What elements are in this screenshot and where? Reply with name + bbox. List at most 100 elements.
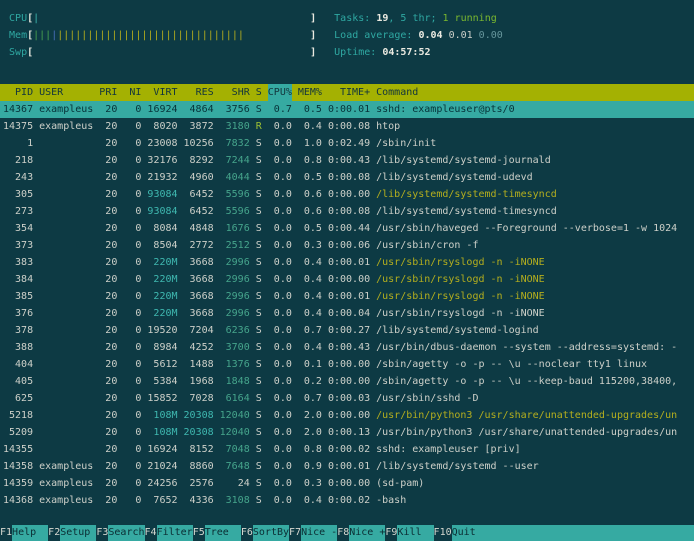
column-header-pri[interactable]: PRI	[99, 84, 117, 101]
cell-res: 6452	[184, 203, 214, 220]
cell-res: 1488	[184, 356, 214, 373]
cell-mem: 0.9	[298, 458, 322, 475]
fn-label-f7[interactable]: Nice -	[301, 525, 337, 541]
cell-res: 20308	[184, 407, 214, 424]
process-row[interactable]: 14368 exampleus 20 0 7652 4336 3108 S 0.…	[0, 492, 694, 509]
column-header-pid[interactable]: PID	[3, 84, 33, 101]
fn-key-f9[interactable]: F9	[385, 525, 397, 541]
column-header-command[interactable]: Command	[376, 84, 694, 101]
process-row[interactable]: 14375 exampleus 20 0 8020 3872 3180 R 0.…	[0, 118, 694, 135]
cell-time: 0:00.08	[328, 118, 370, 135]
cell-virt: 220M	[147, 288, 177, 305]
fn-key-f6[interactable]: F6	[241, 525, 253, 541]
cell-pid: 243	[3, 169, 33, 186]
fn-key-f1[interactable]: F1	[0, 525, 12, 541]
cell-pid: 14358	[3, 458, 33, 475]
fn-label-f5[interactable]: Tree	[205, 525, 241, 541]
fn-key-f2[interactable]: F2	[48, 525, 60, 541]
process-row[interactable]: 625 20 0 15852 7028 6164 S 0.0 0.7 0:00.…	[0, 390, 694, 407]
fn-label-f10[interactable]: Quit	[452, 525, 488, 541]
cell-shr: 3756	[220, 101, 250, 118]
cell-cpu: 0.0	[268, 390, 292, 407]
cell-ni: 0	[123, 118, 141, 135]
process-row[interactable]: 378 20 0 19520 7204 6236 S 0.0 0.7 0:00.…	[0, 322, 694, 339]
cell-shr: 7048	[220, 441, 250, 458]
cell-state: S	[256, 492, 262, 509]
cell-pid: 376	[3, 305, 33, 322]
column-header-cpu-sort[interactable]: CPU%	[268, 84, 292, 101]
fn-key-f7[interactable]: F7	[289, 525, 301, 541]
cell-command: /lib/systemd/systemd --user	[376, 458, 694, 475]
gap	[316, 47, 334, 58]
column-header-shr[interactable]: SHR	[220, 84, 250, 101]
column-header-user[interactable]: USER	[39, 84, 93, 101]
cell-pid: 373	[3, 237, 33, 254]
process-row[interactable]: 273 20 0 93084 6452 5596 S 0.0 0.6 0:00.…	[0, 203, 694, 220]
process-row[interactable]: 405 20 0 5384 1968 1848 S 0.0 0.2 0:00.0…	[0, 373, 694, 390]
cell-command: /sbin/agetty -o -p -- \u --keep-baud 115…	[376, 373, 694, 390]
fn-key-f3[interactable]: F3	[96, 525, 108, 541]
bracket-open: [	[27, 47, 33, 58]
cell-shr: 1848	[220, 373, 250, 390]
cell-shr: 7648	[220, 458, 250, 475]
fn-label-f9[interactable]: Kill	[397, 525, 433, 541]
cell-shr: 2996	[220, 254, 250, 271]
cell-time: 0:00.27	[328, 322, 370, 339]
process-row[interactable]: 14358 exampleus 20 0 21024 8860 7648 S 0…	[0, 458, 694, 475]
process-row[interactable]: 305 20 0 93084 6452 5596 S 0.0 0.6 0:00.…	[0, 186, 694, 203]
process-row[interactable]: 5218 20 0 108M 20308 12040 S 0.0 2.0 0:0…	[0, 407, 694, 424]
column-header-time[interactable]: TIME+	[328, 84, 370, 101]
process-row[interactable]: 388 20 0 8984 4252 3700 S 0.0 0.4 0:00.4…	[0, 339, 694, 356]
fn-label-f2[interactable]: Setup	[60, 525, 96, 541]
column-header-ni[interactable]: NI	[123, 84, 141, 101]
cell-time: 0:00.04	[328, 305, 370, 322]
cell-state: S	[256, 441, 262, 458]
process-row[interactable]: 1 20 0 23008 10256 7832 S 0.0 1.0 0:02.4…	[0, 135, 694, 152]
cell-res: 10256	[184, 135, 214, 152]
column-header-virt[interactable]: VIRT	[147, 84, 177, 101]
process-row[interactable]: 14355 20 0 16924 8152 7048 S 0.0 0.8 0:0…	[0, 441, 694, 458]
fn-key-f8[interactable]: F8	[337, 525, 349, 541]
cell-pri: 20	[99, 220, 117, 237]
process-row[interactable]: 404 20 0 5612 1488 1376 S 0.0 0.1 0:00.0…	[0, 356, 694, 373]
fn-label-f6[interactable]: SortBy	[253, 525, 289, 541]
fn-label-f1[interactable]: Help	[12, 525, 48, 541]
cell-mem: 0.4	[298, 271, 322, 288]
cell-mem: 0.8	[298, 441, 322, 458]
process-row[interactable]: 218 20 0 32176 8292 7244 S 0.0 0.8 0:00.…	[0, 152, 694, 169]
process-row[interactable]: 384 20 0 220M 3668 2996 S 0.0 0.4 0:00.0…	[0, 271, 694, 288]
process-row[interactable]: 14367 exampleus 20 0 16924 4864 3756 S 0…	[0, 101, 694, 118]
cell-command: /lib/systemd/systemd-logind	[376, 322, 694, 339]
fn-label-f4[interactable]: Filter	[157, 525, 193, 541]
cell-pri: 20	[99, 271, 117, 288]
fn-label-f3[interactable]: Search	[108, 525, 144, 541]
process-row[interactable]: 385 20 0 220M 3668 2996 S 0.0 0.4 0:00.0…	[0, 288, 694, 305]
process-row[interactable]: 354 20 0 8084 4848 1676 S 0.0 0.5 0:00.4…	[0, 220, 694, 237]
cell-res: 8860	[184, 458, 214, 475]
process-row[interactable]: 376 20 0 220M 3668 2996 S 0.0 0.4 0:00.0…	[0, 305, 694, 322]
cell-pri: 20	[99, 237, 117, 254]
cell-res: 8152	[184, 441, 214, 458]
cell-cpu: 0.0	[268, 237, 292, 254]
process-row[interactable]: 243 20 0 21932 4960 4044 S 0.0 0.5 0:00.…	[0, 169, 694, 186]
process-row[interactable]: 373 20 0 8504 2772 2512 S 0.0 0.3 0:00.0…	[0, 237, 694, 254]
cell-pid: 388	[3, 339, 33, 356]
process-row[interactable]: 14359 exampleus 20 0 24256 2576 24 S 0.0…	[0, 475, 694, 492]
cell-command: /usr/bin/dbus-daemon --system --address=…	[376, 339, 694, 356]
column-header-res[interactable]: RES	[184, 84, 214, 101]
cell-mem: 0.3	[298, 475, 322, 492]
cell-pid: 5209	[3, 424, 33, 441]
process-row[interactable]: 5209 20 0 108M 20308 12040 S 0.0 2.0 0:0…	[0, 424, 694, 441]
column-header-state[interactable]: S	[256, 84, 262, 101]
fn-label-f8[interactable]: Nice +	[349, 525, 385, 541]
fn-key-f10[interactable]: F10	[434, 525, 452, 541]
cell-pid: 14375	[3, 118, 33, 135]
fn-key-f4[interactable]: F4	[145, 525, 157, 541]
cell-cpu: 0.0	[268, 458, 292, 475]
cell-pid: 14359	[3, 475, 33, 492]
cpu-meter-label: CPU	[9, 13, 27, 24]
column-header-mem[interactable]: MEM%	[298, 84, 322, 101]
fn-key-f5[interactable]: F5	[193, 525, 205, 541]
cell-virt: 220M	[147, 254, 177, 271]
process-row[interactable]: 383 20 0 220M 3668 2996 S 0.0 0.4 0:00.0…	[0, 254, 694, 271]
